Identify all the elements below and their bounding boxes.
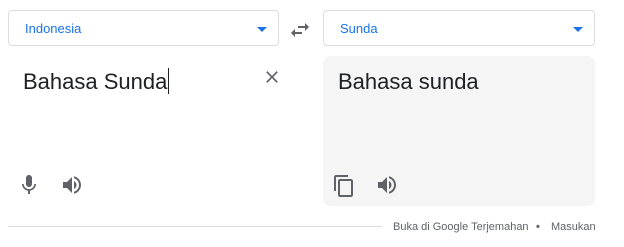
chevron-down-icon bbox=[573, 27, 583, 32]
voice-input-button[interactable] bbox=[17, 173, 41, 197]
copy-translation-button[interactable] bbox=[332, 174, 356, 198]
source-language-select[interactable]: Indonesia bbox=[8, 10, 279, 46]
feedback-link[interactable]: Masukan bbox=[551, 220, 596, 234]
source-text: Bahasa Sunda bbox=[23, 69, 168, 94]
speaker-icon bbox=[63, 176, 81, 194]
chevron-down-icon bbox=[257, 27, 267, 32]
footer-separator: • bbox=[536, 221, 540, 233]
footer-divider bbox=[8, 226, 382, 227]
listen-source-button[interactable] bbox=[60, 173, 84, 197]
close-icon bbox=[266, 71, 278, 83]
open-in-google-translate-link[interactable]: Buka di Google Terjemahan bbox=[393, 220, 529, 234]
swap-arrows-icon bbox=[291, 23, 309, 37]
source-language-label: Indonesia bbox=[25, 21, 82, 36]
source-text-area[interactable]: Bahasa Sunda bbox=[8, 56, 306, 206]
copy-icon bbox=[334, 175, 353, 197]
listen-translation-button[interactable] bbox=[375, 173, 399, 197]
text-cursor bbox=[168, 68, 170, 94]
translation-area: Bahasa sunda bbox=[323, 56, 595, 206]
translation-text: Bahasa sunda bbox=[338, 69, 479, 94]
clear-source-button[interactable] bbox=[262, 67, 282, 87]
speaker-icon bbox=[378, 176, 396, 194]
target-language-label: Sunda bbox=[340, 21, 378, 36]
target-language-select[interactable]: Sunda bbox=[323, 10, 595, 46]
swap-languages-button[interactable] bbox=[288, 18, 312, 42]
source-text-value[interactable]: Bahasa Sunda bbox=[23, 68, 170, 96]
microphone-icon bbox=[22, 175, 36, 194]
